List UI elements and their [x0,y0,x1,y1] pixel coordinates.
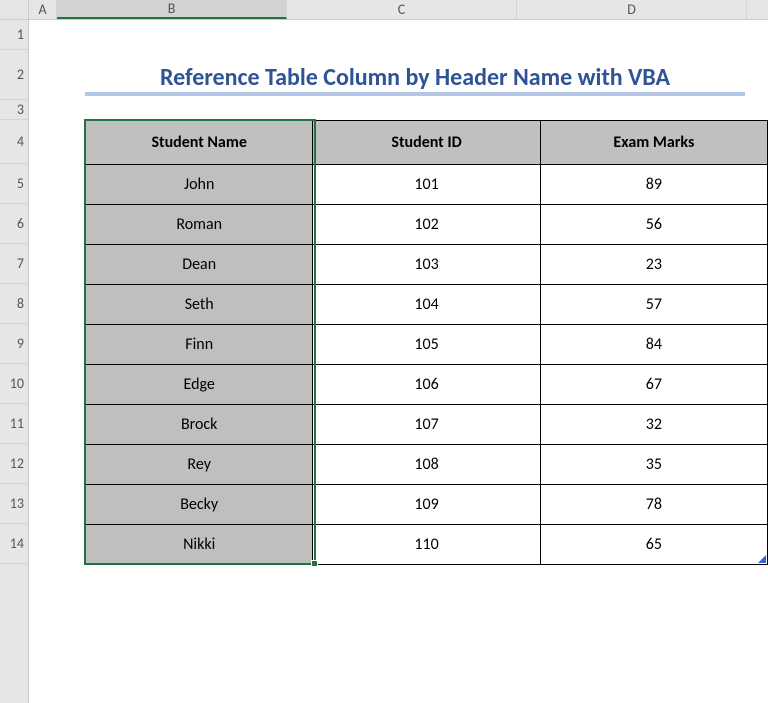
table-cell[interactable]: 78 [540,485,767,525]
row-header-11[interactable]: 11 [0,404,28,444]
annotation: column is selected [199,0,354,2]
header-student-name[interactable]: Student Name [86,121,313,165]
table-cell[interactable]: 107 [313,405,540,445]
row-header-5[interactable]: 5 [0,164,28,204]
table-cell[interactable]: Rey [86,445,313,485]
annotation-text: column is selected [221,0,354,2]
row-header-3[interactable]: 3 [0,100,28,120]
row-header-7[interactable]: 7 [0,244,28,284]
row-header-14[interactable]: 14 [0,524,28,564]
table-cell[interactable]: 104 [313,285,540,325]
table-cell[interactable]: 101 [313,165,540,205]
table-cell[interactable]: 103 [313,245,540,285]
row-header-13[interactable]: 13 [0,484,28,524]
table-cell[interactable]: 56 [540,205,767,245]
title-underline [85,92,745,96]
table-cell[interactable]: 105 [313,325,540,365]
row-headers: 1 2 3 4 5 6 7 8 9 10 11 12 13 14 [0,0,29,703]
table-cell[interactable]: Nikki [86,525,313,565]
table-row: Roman10256 [86,205,768,245]
table-cell[interactable]: 57 [540,285,767,325]
row-header-12[interactable]: 12 [0,444,28,484]
table-row: John10189 [86,165,768,205]
table-cell[interactable]: Edge [86,365,313,405]
table-resize-handle[interactable] [758,555,766,563]
row-header-6[interactable]: 6 [0,204,28,244]
table-cell[interactable]: 102 [313,205,540,245]
row-header-4[interactable]: 4 [0,120,28,164]
select-all-corner[interactable] [0,0,28,20]
row-header-2[interactable]: 2 [0,50,28,100]
table-cell[interactable]: Finn [86,325,313,365]
table-cell[interactable]: 23 [540,245,767,285]
table-row: Brock10732 [86,405,768,445]
table-cell[interactable]: Brock [86,405,313,445]
content-area: A B C D Reference Table Column by Header… [29,0,768,703]
table-cell[interactable]: 35 [540,445,767,485]
table-cell[interactable]: 109 [313,485,540,525]
table-cell[interactable]: Dean [86,245,313,285]
table-cell[interactable]: 106 [313,365,540,405]
table-row: Finn10584 [86,325,768,365]
col-header-B[interactable]: B [57,0,287,19]
col-header-A[interactable]: A [29,0,57,19]
table-row: Becky10978 [86,485,768,525]
table-row: Dean10323 [86,245,768,285]
page-title: Reference Table Column by Header Name wi… [160,63,670,92]
data-table: Student Name Student ID Exam Marks John1… [85,120,768,565]
table-cell[interactable]: 110 [313,525,540,565]
table-cell[interactable]: 65 [540,525,767,565]
header-student-id[interactable]: Student ID [313,121,540,165]
row-header-8[interactable]: 8 [0,284,28,324]
col-header-D[interactable]: D [517,0,747,19]
spreadsheet-grid: 1 2 3 4 5 6 7 8 9 10 11 12 13 14 A B C D… [0,0,768,703]
table-header-row: Student Name Student ID Exam Marks [86,121,768,165]
table-cell[interactable]: Becky [86,485,313,525]
col-header-C[interactable]: C [287,0,517,19]
row-header-1[interactable]: 1 [0,20,28,50]
table-row: Edge10667 [86,365,768,405]
table-row: Nikki11065 [86,525,768,565]
table-cell[interactable]: 32 [540,405,767,445]
table-cell[interactable]: Seth [86,285,313,325]
table-cell[interactable]: 84 [540,325,767,365]
header-exam-marks[interactable]: Exam Marks [540,121,767,165]
table-row: Seth10457 [86,285,768,325]
table-cell[interactable]: 89 [540,165,767,205]
column-headers: A B C D [29,0,768,20]
title-area: Reference Table Column by Header Name wi… [85,52,745,102]
row-header-9[interactable]: 9 [0,324,28,364]
table-cell[interactable]: 108 [313,445,540,485]
row-header-10[interactable]: 10 [0,364,28,404]
table-cell[interactable]: 67 [540,365,767,405]
table-row: Rey10835 [86,445,768,485]
table-cell[interactable]: Roman [86,205,313,245]
table-cell[interactable]: John [86,165,313,205]
